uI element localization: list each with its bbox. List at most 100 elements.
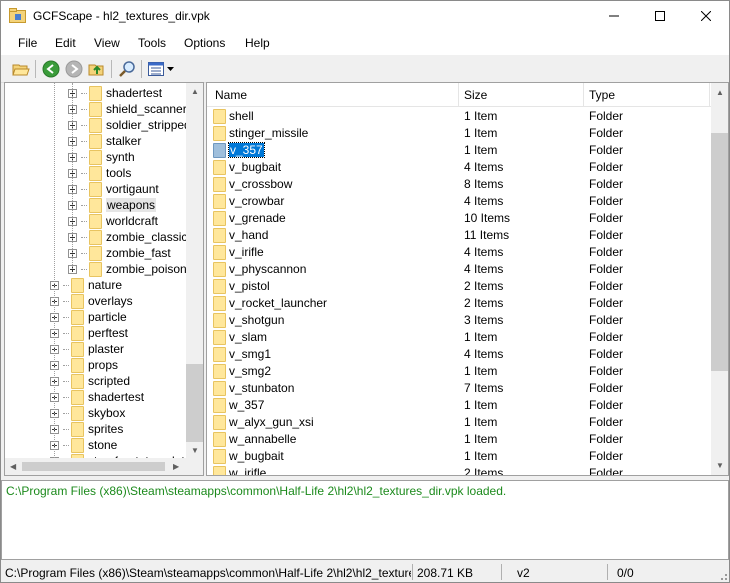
- menu-help[interactable]: Help: [245, 36, 270, 50]
- list-item[interactable]: v_irifle 4 Items Folder: [207, 244, 711, 261]
- maximize-icon: [655, 11, 665, 21]
- list-item[interactable]: w_357 1 Item Folder: [207, 397, 711, 414]
- tree-item[interactable]: nature: [50, 277, 122, 293]
- close-button[interactable]: [683, 1, 729, 31]
- tree-item[interactable]: shadertest: [68, 85, 162, 101]
- status-divider: [607, 564, 608, 580]
- column-divider[interactable]: [583, 83, 584, 107]
- list-item[interactable]: w_irifle 2 Items Folder: [207, 465, 711, 475]
- scroll-right-arrow-icon[interactable]: ▶: [173, 463, 179, 471]
- column-divider[interactable]: [709, 83, 710, 107]
- tree-item[interactable]: zombie_poison: [68, 261, 187, 277]
- list-item[interactable]: v_smg1 4 Items Folder: [207, 346, 711, 363]
- tree-item[interactable]: soldier_stripped: [68, 117, 191, 133]
- tree-item[interactable]: synth: [68, 149, 135, 165]
- menu-view[interactable]: View: [94, 36, 120, 50]
- list-item-size: 4 Items: [464, 245, 504, 259]
- list-item-type: Folder: [589, 228, 624, 242]
- file-list[interactable]: Name Size Type shell 1 Item Folder stinger_…: [206, 82, 729, 476]
- list-item[interactable]: stinger_missile 1 Item Folder: [207, 125, 711, 142]
- list-item-type: Folder: [589, 211, 624, 225]
- tree-connector: [81, 124, 87, 126]
- find-button[interactable]: [117, 59, 137, 79]
- list-item[interactable]: v_crossbow 8 Items Folder: [207, 176, 711, 193]
- up-folder-button[interactable]: [87, 59, 107, 79]
- list-item[interactable]: v_stunbaton 7 Items Folder: [207, 380, 711, 397]
- list-item-size: 1 Item: [464, 398, 498, 412]
- tree-item[interactable]: vortigaunt: [68, 181, 159, 197]
- scroll-left-arrow-icon[interactable]: ◀: [10, 463, 16, 471]
- tree-item[interactable]: skybox: [50, 405, 125, 421]
- tree-item[interactable]: props: [50, 357, 118, 373]
- tree-item[interactable]: zombie_fast: [68, 245, 171, 261]
- status-divider: [501, 564, 502, 580]
- list-item[interactable]: v_smg2 1 Item Folder: [207, 363, 711, 380]
- list-item[interactable]: v_shotgun 3 Items Folder: [207, 312, 711, 329]
- tree-item[interactable]: plaster: [50, 341, 124, 357]
- scroll-down-arrow-icon[interactable]: ▼: [191, 447, 199, 455]
- menu-tools[interactable]: Tools: [138, 36, 166, 50]
- list-item[interactable]: v_pistol 2 Items Folder: [207, 278, 711, 295]
- tree-item[interactable]: shadertest: [50, 389, 144, 405]
- folder-icon: [71, 421, 84, 437]
- open-button[interactable]: [11, 59, 31, 79]
- list-item[interactable]: v_slam 1 Item Folder: [207, 329, 711, 346]
- column-header-name[interactable]: Name: [215, 88, 247, 102]
- folder-icon: [89, 101, 102, 117]
- list-item-type: Folder: [589, 381, 624, 395]
- app-window: GCFScape - hl2_textures_dir.vpk File Edi…: [0, 0, 730, 583]
- maximize-button[interactable]: [637, 1, 683, 31]
- list-item[interactable]: v_grenade 10 Items Folder: [207, 210, 711, 227]
- tree-item[interactable]: stalker: [68, 133, 141, 149]
- tree-vertical-scroll-thumb[interactable]: [186, 364, 203, 442]
- list-item[interactable]: v_physcannon 4 Items Folder: [207, 261, 711, 278]
- list-item[interactable]: v_hand 11 Items Folder: [207, 227, 711, 244]
- folder-tree[interactable]: shadertest shield_scanner soldier_stripped…: [4, 82, 204, 476]
- list-vertical-scroll-thumb[interactable]: [711, 133, 728, 371]
- list-item-type: Folder: [589, 296, 624, 310]
- column-header-size[interactable]: Size: [464, 88, 487, 102]
- list-item[interactable]: v_crowbar 4 Items Folder: [207, 193, 711, 210]
- list-item[interactable]: w_bugbait 1 Item Folder: [207, 448, 711, 465]
- scroll-up-arrow-icon[interactable]: ▲: [191, 88, 199, 96]
- list-item[interactable]: w_annabelle 1 Item Folder: [207, 431, 711, 448]
- tree-item[interactable]: perftest: [50, 325, 128, 341]
- list-item[interactable]: v_bugbait 4 Items Folder: [207, 159, 711, 176]
- list-item[interactable]: w_alyx_gun_xsi 1 Item Folder: [207, 414, 711, 431]
- tree-item[interactable]: zombie_classic: [68, 229, 187, 245]
- column-divider[interactable]: [458, 83, 459, 107]
- tree-item[interactable]: particle: [50, 309, 127, 325]
- tree-item[interactable]: worldcraft: [68, 213, 158, 229]
- tree-connector: [63, 444, 69, 446]
- list-header: Name Size Type: [207, 83, 711, 107]
- list-item[interactable]: shell 1 Item Folder: [207, 108, 711, 125]
- tree-connector: [81, 204, 87, 206]
- tree-item[interactable]: shield_scanner: [68, 101, 187, 117]
- minimize-button[interactable]: [591, 1, 637, 31]
- scroll-down-arrow-icon[interactable]: ▼: [716, 462, 724, 470]
- resize-grip-icon[interactable]: [717, 570, 727, 580]
- list-item-name: v_irifle: [229, 245, 264, 259]
- scroll-up-arrow-icon[interactable]: ▲: [716, 89, 724, 97]
- folder-icon: [213, 432, 226, 447]
- list-item[interactable]: v_357 1 Item Folder: [207, 142, 711, 159]
- menu-edit[interactable]: Edit: [55, 36, 76, 50]
- tree-item[interactable]: weapons: [68, 197, 157, 213]
- folder-icon: [89, 197, 102, 213]
- tree-item[interactable]: scripted: [50, 373, 130, 389]
- menu-file[interactable]: File: [18, 36, 37, 50]
- forward-button[interactable]: [64, 59, 84, 79]
- log-console[interactable]: C:\Program Files (x86)\Steam\steamapps\c…: [1, 480, 729, 560]
- column-header-type[interactable]: Type: [589, 88, 615, 102]
- tree-horizontal-scroll-thumb[interactable]: [22, 462, 165, 471]
- back-button[interactable]: [41, 59, 61, 79]
- folder-icon: [89, 213, 102, 229]
- menu-options[interactable]: Options: [184, 36, 225, 50]
- tree-item[interactable]: stone: [50, 437, 117, 453]
- folder-icon: [213, 296, 226, 311]
- list-item[interactable]: v_rocket_launcher 2 Items Folder: [207, 295, 711, 312]
- view-mode-button[interactable]: [147, 59, 175, 79]
- tree-item[interactable]: sprites: [50, 421, 123, 437]
- tree-item[interactable]: tools: [68, 165, 131, 181]
- tree-item[interactable]: overlays: [50, 293, 133, 309]
